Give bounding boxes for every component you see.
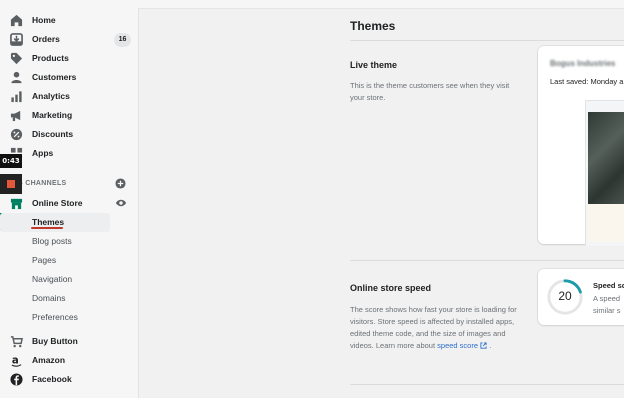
sub-item-themes-label: Themes	[32, 217, 65, 227]
sub-item-domains-label: Domains	[32, 293, 66, 303]
annotation-underline	[31, 227, 63, 229]
top-bar	[138, 0, 624, 9]
svg-text:a: a	[12, 355, 19, 366]
speed-panel-line1: A speed	[593, 294, 621, 303]
nav-amazon[interactable]: a Amazon	[0, 351, 138, 370]
home-icon	[10, 14, 23, 27]
bar-chart-icon	[11, 91, 22, 103]
orders-icon	[10, 33, 23, 46]
nav-buy-button-label: Buy Button	[32, 336, 78, 346]
theme-preview-image	[588, 112, 624, 204]
live-theme-description: This is the theme customers see when the…	[350, 81, 510, 102]
sub-item-navigation[interactable]: Navigation	[0, 270, 138, 289]
nav-customers-label: Customers	[32, 72, 77, 82]
speed-panel-line2: similar s	[593, 306, 621, 315]
page-title: Themes	[350, 19, 396, 33]
last-saved: Last saved: Monday a	[550, 77, 624, 86]
discount-icon	[10, 128, 23, 141]
video-timestamp: 0:43	[0, 154, 22, 168]
nav-customers[interactable]: Customers	[0, 68, 138, 87]
stop-icon	[7, 180, 15, 188]
cart-icon	[10, 336, 23, 348]
speed-description: The score shows how fast your store is l…	[350, 304, 518, 352]
sub-item-preferences-label: Preferences	[32, 312, 78, 322]
facebook-icon	[10, 373, 23, 386]
theme-name: Bogus Industries	[550, 59, 616, 68]
sub-item-blog-posts[interactable]: Blog posts	[0, 232, 138, 251]
nav-discounts[interactable]: Discounts	[0, 125, 138, 144]
speed-score-value: 20	[558, 289, 572, 303]
eye-icon[interactable]	[115, 198, 127, 208]
nav-home-label: Home	[32, 15, 56, 25]
nav-orders-label: Orders	[32, 34, 60, 44]
nav-online-store-label: Online Store	[32, 198, 83, 208]
orders-count-badge: 16	[114, 33, 131, 47]
nav-analytics-label: Analytics	[32, 91, 70, 101]
nav-discounts-label: Discounts	[32, 129, 74, 139]
sub-item-navigation-label: Navigation	[32, 274, 73, 284]
sub-item-preferences[interactable]: Preferences	[0, 308, 138, 327]
nav-analytics[interactable]: Analytics	[0, 87, 138, 106]
store-icon	[10, 198, 23, 210]
speed-panel-heading: Speed sc	[593, 281, 624, 290]
nav-amazon-label: Amazon	[32, 355, 66, 365]
sub-item-domains[interactable]: Domains	[0, 289, 138, 308]
nav-apps-label: Apps	[32, 148, 54, 158]
nav-buy-button[interactable]: Buy Button	[0, 332, 138, 351]
video-stop-button[interactable]	[0, 174, 22, 194]
nav-facebook-label: Facebook	[32, 374, 72, 384]
add-channel-icon[interactable]	[115, 178, 126, 189]
sub-item-themes[interactable]: Themes	[0, 213, 110, 232]
nav-home[interactable]: Home	[0, 11, 138, 30]
speed-score-link-label: speed score	[437, 341, 479, 350]
live-theme-title: Live theme	[350, 60, 398, 70]
megaphone-icon	[10, 110, 21, 122]
external-link-icon	[480, 342, 487, 349]
sales-channels-heading: S CHANNELS	[18, 180, 67, 187]
sidebar: Home Orders 16 Products Customers Analyt…	[0, 0, 139, 398]
nav-products-label: Products	[32, 53, 69, 63]
speed-title: Online store speed	[350, 283, 432, 293]
speed-description-end: .	[489, 341, 492, 350]
tag-icon	[10, 52, 23, 65]
speed-panel-text: A speed similar s	[593, 293, 621, 317]
speed-description-text: The score shows how fast your store is l…	[350, 305, 517, 350]
nav-products[interactable]: Products	[0, 49, 138, 68]
sub-item-pages[interactable]: Pages	[0, 251, 138, 270]
person-icon	[11, 71, 22, 84]
amazon-icon: a	[11, 355, 22, 367]
nav-facebook[interactable]: Facebook	[0, 370, 138, 389]
title-divider	[350, 40, 624, 41]
theme-preview-footer	[588, 204, 624, 242]
nav-marketing-label: Marketing	[32, 110, 73, 120]
sub-item-pages-label: Pages	[32, 255, 57, 265]
sub-item-blog-posts-label: Blog posts	[32, 236, 72, 246]
speed-score-link[interactable]: speed score	[437, 341, 487, 350]
bottom-divider	[350, 384, 624, 385]
nav-marketing[interactable]: Marketing	[0, 106, 138, 125]
section-divider	[350, 260, 624, 261]
